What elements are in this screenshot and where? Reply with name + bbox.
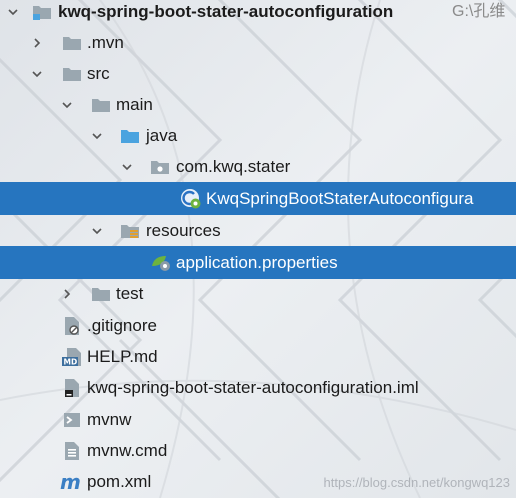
tree-node-label: KwqSpringBootStaterAutoconfigura — [206, 189, 474, 208]
svg-text:MD: MD — [64, 358, 78, 367]
tree-node-main[interactable]: main — [0, 89, 516, 120]
tree-node-label: mvnw.cmd — [87, 441, 168, 460]
tree-node-mvn[interactable]: .mvn — [0, 27, 516, 58]
folder-icon — [62, 64, 82, 84]
tree-node-label: HELP.md — [87, 347, 158, 366]
maven-pom-icon: m — [60, 472, 81, 492]
tree-node-label: application.properties — [176, 253, 338, 272]
chevron-down-icon[interactable] — [120, 151, 134, 182]
tree-node-iml[interactable]: kwq-spring-boot-stater-autoconfiguration… — [0, 372, 516, 403]
chevron-right-icon[interactable] — [60, 278, 74, 309]
tree-node-gitignore[interactable]: .gitignore — [0, 310, 516, 341]
chevron-down-icon[interactable] — [60, 89, 74, 120]
tree-node-label: .mvn — [87, 33, 124, 52]
project-path-hint: G:\孔维 — [452, 3, 506, 20]
spring-config-class-icon — [180, 188, 201, 209]
tree-node-java[interactable]: java — [0, 120, 516, 151]
tree-node-label: src — [87, 64, 110, 83]
tree-node-label: java — [146, 126, 178, 145]
tree-node-mvnw[interactable]: mvnw — [0, 404, 516, 435]
tree-node-test[interactable]: test — [0, 278, 516, 309]
spring-properties-icon — [150, 252, 170, 272]
chevron-down-icon[interactable] — [90, 215, 104, 246]
tree-node-label: com.kwq.stater — [176, 157, 291, 176]
tree-node-label: kwq-spring-boot-stater-autoconfiguration… — [87, 378, 419, 397]
tree-node-label: .gitignore — [87, 316, 157, 335]
chevron-down-icon[interactable] — [30, 58, 44, 89]
tree-node-src[interactable]: src — [0, 58, 516, 89]
folder-icon — [91, 284, 111, 304]
module-folder-icon — [32, 2, 52, 22]
project-tree: kwq-spring-boot-stater-autoconfiguration… — [0, 0, 516, 498]
tree-node-label: resources — [146, 221, 221, 240]
shell-script-icon — [62, 410, 82, 430]
tree-node-label: test — [116, 284, 144, 303]
tree-node-application-properties[interactable]: application.properties — [0, 246, 516, 279]
tree-node-label: pom.xml — [87, 472, 152, 491]
text-file-icon — [62, 441, 82, 461]
source-folder-icon — [120, 126, 140, 146]
folder-icon — [91, 95, 111, 115]
chevron-down-icon[interactable] — [90, 120, 104, 151]
module-file-icon — [62, 378, 82, 398]
tree-node-package[interactable]: com.kwq.stater — [0, 151, 516, 182]
markdown-file-icon: MD — [62, 347, 82, 367]
tree-node-label: mvnw — [87, 410, 132, 429]
tree-node-help-md[interactable]: MD HELP.md — [0, 341, 516, 372]
resources-folder-icon — [120, 221, 140, 241]
tree-node-root-module[interactable]: kwq-spring-boot-stater-autoconfiguration… — [0, 0, 516, 27]
tree-node-resources[interactable]: resources — [0, 215, 516, 246]
svg-text:m: m — [60, 472, 81, 492]
package-icon — [150, 157, 170, 177]
tree-node-autoconfig-class[interactable]: KwqSpringBootStaterAutoconfigura — [0, 182, 516, 215]
folder-icon — [62, 33, 82, 53]
ignored-file-icon — [62, 316, 82, 336]
tree-node-mvnw-cmd[interactable]: mvnw.cmd — [0, 435, 516, 466]
chevron-right-icon[interactable] — [30, 27, 44, 58]
tree-node-label: kwq-spring-boot-stater-autoconfiguration — [58, 2, 394, 21]
chevron-down-icon[interactable] — [6, 0, 20, 27]
watermark-text: https://blog.csdn.net/kongwq123 — [323, 475, 510, 490]
tree-node-label: main — [116, 95, 153, 114]
